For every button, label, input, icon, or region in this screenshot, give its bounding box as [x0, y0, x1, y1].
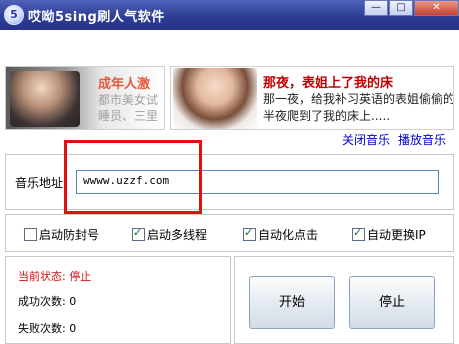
music-url-label: 音乐地址: [15, 176, 68, 190]
option-anti-ban[interactable]: 启动防封号 [24, 226, 99, 243]
ad-right-line-1: 那一夜，给我补习英语的表姐偷偷的 [263, 92, 454, 106]
play-music-link[interactable]: 播放音乐 [398, 131, 446, 148]
ad-right-line-2: 半夜爬到了我的床上..... [263, 109, 391, 123]
ad-left-title: 成年人激 [98, 77, 151, 92]
auto-ip-checkbox[interactable] [352, 226, 365, 241]
option-auto-ip-label: 自动更换IP [367, 228, 426, 242]
ad-left-line-2: 睡员、三里 [98, 109, 159, 123]
auto-click-checkbox[interactable] [243, 226, 256, 241]
minimize-button[interactable]: — [364, 0, 388, 16]
multithread-checkbox[interactable] [132, 226, 145, 241]
ad-banner-left[interactable]: 成年人激 都市美女试 睡员、三里 [5, 66, 165, 130]
fail-count: 失败次数: 0 [18, 322, 77, 335]
close-music-link[interactable]: 关闭音乐 [342, 131, 390, 148]
option-multithread-label: 启动多线程 [147, 228, 208, 242]
current-status: 当前状态: 停止 [18, 270, 92, 283]
title-bar: 5 哎呦5sing刷人气软件 — □ ✕ [0, 0, 459, 30]
maximize-button[interactable]: □ [389, 0, 413, 16]
option-anti-ban-label: 启动防封号 [39, 228, 100, 242]
stop-button[interactable]: 停止 [349, 276, 435, 329]
option-auto-click-label: 自动化点击 [258, 228, 319, 242]
ad-right-title: 那夜，表姐上了我的床 [263, 76, 394, 91]
start-button[interactable]: 开始 [249, 276, 335, 329]
option-multithread[interactable]: 启动多线程 [132, 226, 207, 243]
ad-left-photo [10, 71, 80, 127]
window-title: 哎呦5sing刷人气软件 [28, 10, 165, 25]
success-count: 成功次数: 0 [18, 295, 77, 308]
ad-banner-right[interactable]: 那夜，表姐上了我的床 那一夜，给我补习英语的表姐偷偷的 半夜爬到了我的床上...… [170, 66, 454, 130]
ad-right-photo [173, 68, 257, 129]
music-url-input[interactable]: wwww.uzzf.com [76, 170, 439, 194]
close-button[interactable]: ✕ [414, 0, 459, 16]
ad-left-line-1: 都市美女试 [98, 93, 159, 107]
option-auto-click[interactable]: 自动化点击 [243, 226, 318, 243]
option-auto-ip[interactable]: 自动更换IP [352, 226, 426, 243]
anti-ban-checkbox[interactable] [24, 228, 37, 241]
app-icon: 5 [4, 5, 24, 25]
